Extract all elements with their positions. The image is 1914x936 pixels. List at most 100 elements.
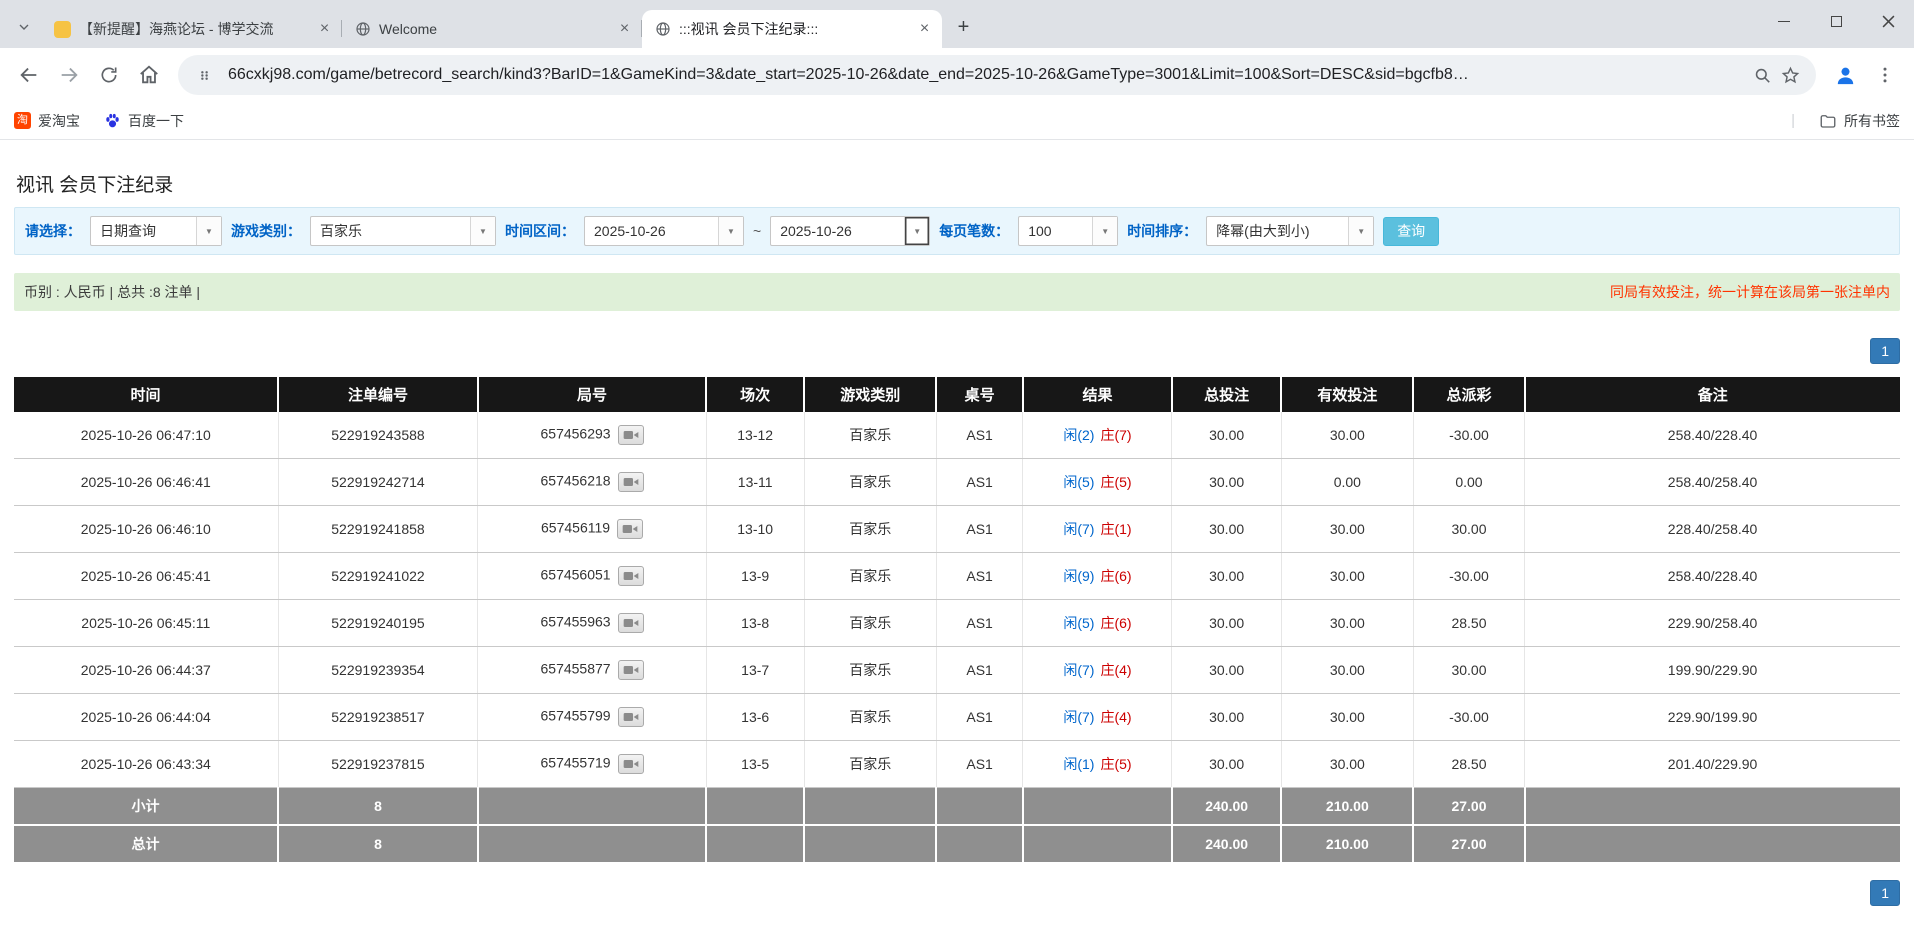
time-cell: 2025-10-26 06:47:10 — [14, 412, 278, 459]
table-row: 2025-10-26 06:46:10 522919241858 6574561… — [14, 506, 1900, 553]
refresh-button[interactable] — [90, 56, 128, 94]
select-mode-label: 请选择： — [25, 221, 81, 241]
profile-avatar[interactable] — [1826, 56, 1864, 94]
page-title: 视讯 会员下注纪录 — [16, 170, 1900, 197]
total-bet-cell[interactable]: 30.00 — [1172, 694, 1281, 741]
window-maximize-button[interactable] — [1810, 0, 1862, 42]
total-bet-cell[interactable]: 30.00 — [1172, 600, 1281, 647]
table-no-cell: AS1 — [936, 506, 1023, 553]
total-bet-cell[interactable]: 30.00 — [1172, 553, 1281, 600]
all-bookmarks-button[interactable]: 所有书签 — [1819, 111, 1900, 131]
result-player: 闲(5) — [1063, 615, 1094, 631]
browser-menu-button[interactable] — [1866, 56, 1904, 94]
video-replay-button[interactable] — [618, 613, 644, 633]
select-mode-dropdown[interactable]: 日期查询 ▼ — [90, 216, 222, 246]
video-replay-button[interactable] — [618, 707, 644, 727]
minimize-icon — [1778, 21, 1790, 22]
search-button[interactable]: 查询 — [1383, 217, 1439, 246]
total-bet-cell[interactable]: 30.00 — [1172, 647, 1281, 694]
address-bar[interactable]: 66cxkj98.com/game/betrecord_search/kind3… — [178, 55, 1816, 95]
chevron-down-icon[interactable]: ▼ — [1348, 217, 1373, 245]
avatar-icon — [1834, 64, 1857, 87]
sort-order-value: 降幂(由大到小) — [1207, 217, 1348, 245]
video-camera-icon — [623, 758, 639, 770]
zoom-lens-icon[interactable] — [1748, 61, 1776, 89]
sort-order-dropdown[interactable]: 降幂(由大到小) ▼ — [1206, 216, 1374, 246]
result-cell: 闲(7)庄(4) — [1023, 694, 1172, 741]
tab-close-icon[interactable]: × — [615, 20, 634, 39]
valid-bet-cell: 30.00 — [1281, 553, 1413, 600]
baidu-paw-icon — [104, 112, 121, 129]
video-replay-button[interactable] — [618, 425, 644, 445]
payout-cell: 30.00 — [1413, 506, 1524, 553]
chevron-down-icon[interactable]: ▼ — [904, 217, 929, 245]
chevron-down-icon[interactable]: ▼ — [196, 217, 221, 245]
video-replay-button[interactable] — [618, 566, 644, 586]
per-page-dropdown[interactable]: 100 ▼ — [1018, 216, 1118, 246]
haiyan-forum-favicon-icon — [54, 21, 71, 38]
note-cell: 229.90/258.40 — [1525, 600, 1900, 647]
result-player: 闲(7) — [1063, 662, 1094, 678]
video-replay-button[interactable] — [618, 472, 644, 492]
round-cell: 657456051 — [478, 553, 706, 600]
table-row: 2025-10-26 06:45:11 522919240195 6574559… — [14, 600, 1900, 647]
table-row: 2025-10-26 06:44:37 522919239354 6574558… — [14, 647, 1900, 694]
tab-bet-records-active[interactable]: :::视讯 会员下注纪录::: × — [642, 10, 942, 48]
time-cell: 2025-10-26 06:46:41 — [14, 459, 278, 506]
date-range-separator: ~ — [753, 223, 761, 239]
home-button[interactable] — [130, 56, 168, 94]
back-button[interactable] — [10, 56, 48, 94]
round-cell: 657455877 — [478, 647, 706, 694]
page-1-button[interactable]: 1 — [1870, 338, 1900, 364]
bookmark-baidu[interactable]: 百度一下 — [104, 111, 184, 131]
page-1-button[interactable]: 1 — [1870, 880, 1900, 906]
valid-bet-cell: 30.00 — [1281, 506, 1413, 553]
game-type-dropdown[interactable]: 百家乐 ▼ — [310, 216, 496, 246]
payout-cell: -30.00 — [1413, 553, 1524, 600]
header-note: 备注 — [1525, 377, 1900, 412]
chevron-down-icon[interactable]: ▼ — [1092, 217, 1117, 245]
tab-haiyan-forum[interactable]: 【新提醒】海燕论坛 - 博学交流 × — [42, 10, 342, 48]
chevron-down-icon[interactable]: ▼ — [718, 217, 743, 245]
video-camera-icon — [623, 664, 639, 676]
tab-strip: 【新提醒】海燕论坛 - 博学交流 × Welcome × :::视讯 会员下注纪… — [0, 0, 1914, 48]
result-player: 闲(7) — [1063, 709, 1094, 725]
currency-summary-text: 币别 : 人民币 | 总共 :8 注单 | — [24, 282, 200, 302]
result-player: 闲(1) — [1063, 756, 1094, 772]
table-no-cell: AS1 — [936, 694, 1023, 741]
tab-close-icon[interactable]: × — [315, 20, 334, 39]
round-id: 657455719 — [541, 755, 611, 771]
new-tab-button[interactable]: + — [950, 14, 977, 41]
date-end-dropdown[interactable]: 2025-10-26 ▼ — [770, 216, 930, 246]
total-bet-cell[interactable]: 30.00 — [1172, 459, 1281, 506]
video-replay-button[interactable] — [618, 754, 644, 774]
forward-button[interactable] — [50, 56, 88, 94]
session-cell: 13-12 — [706, 412, 804, 459]
video-replay-button[interactable] — [618, 660, 644, 680]
tab-list-chevron-icon[interactable] — [10, 13, 38, 41]
total-bet-cell[interactable]: 30.00 — [1172, 412, 1281, 459]
pagination-top: 1 — [14, 338, 1900, 364]
note-cell: 258.40/228.40 — [1525, 553, 1900, 600]
date-start-value: 2025-10-26 — [585, 217, 718, 245]
total-valid-bet: 210.00 — [1281, 825, 1413, 863]
tab-welcome[interactable]: Welcome × — [342, 10, 642, 48]
video-replay-button[interactable] — [617, 519, 643, 539]
header-table-no: 桌号 — [936, 377, 1023, 412]
date-start-dropdown[interactable]: 2025-10-26 ▼ — [584, 216, 744, 246]
url-text[interactable]: 66cxkj98.com/game/betrecord_search/kind3… — [228, 66, 1738, 84]
tab-close-icon[interactable]: × — [915, 20, 934, 39]
bookmark-star-icon[interactable] — [1776, 61, 1804, 89]
window-minimize-button[interactable] — [1758, 0, 1810, 42]
window-close-button[interactable] — [1862, 0, 1914, 42]
bet-id-cell: 522919239354 — [278, 647, 478, 694]
total-bet-cell[interactable]: 30.00 — [1172, 506, 1281, 553]
bookmark-taobao[interactable]: 淘 爱淘宝 — [14, 111, 80, 131]
total-bet-cell[interactable]: 30.00 — [1172, 741, 1281, 788]
header-total-bet: 总投注 — [1172, 377, 1281, 412]
table-row: 2025-10-26 06:47:10 522919243588 6574562… — [14, 412, 1900, 459]
site-info-icon[interactable] — [190, 61, 218, 89]
taobao-icon: 淘 — [14, 112, 31, 129]
time-cell: 2025-10-26 06:45:11 — [14, 600, 278, 647]
chevron-down-icon[interactable]: ▼ — [470, 217, 495, 245]
